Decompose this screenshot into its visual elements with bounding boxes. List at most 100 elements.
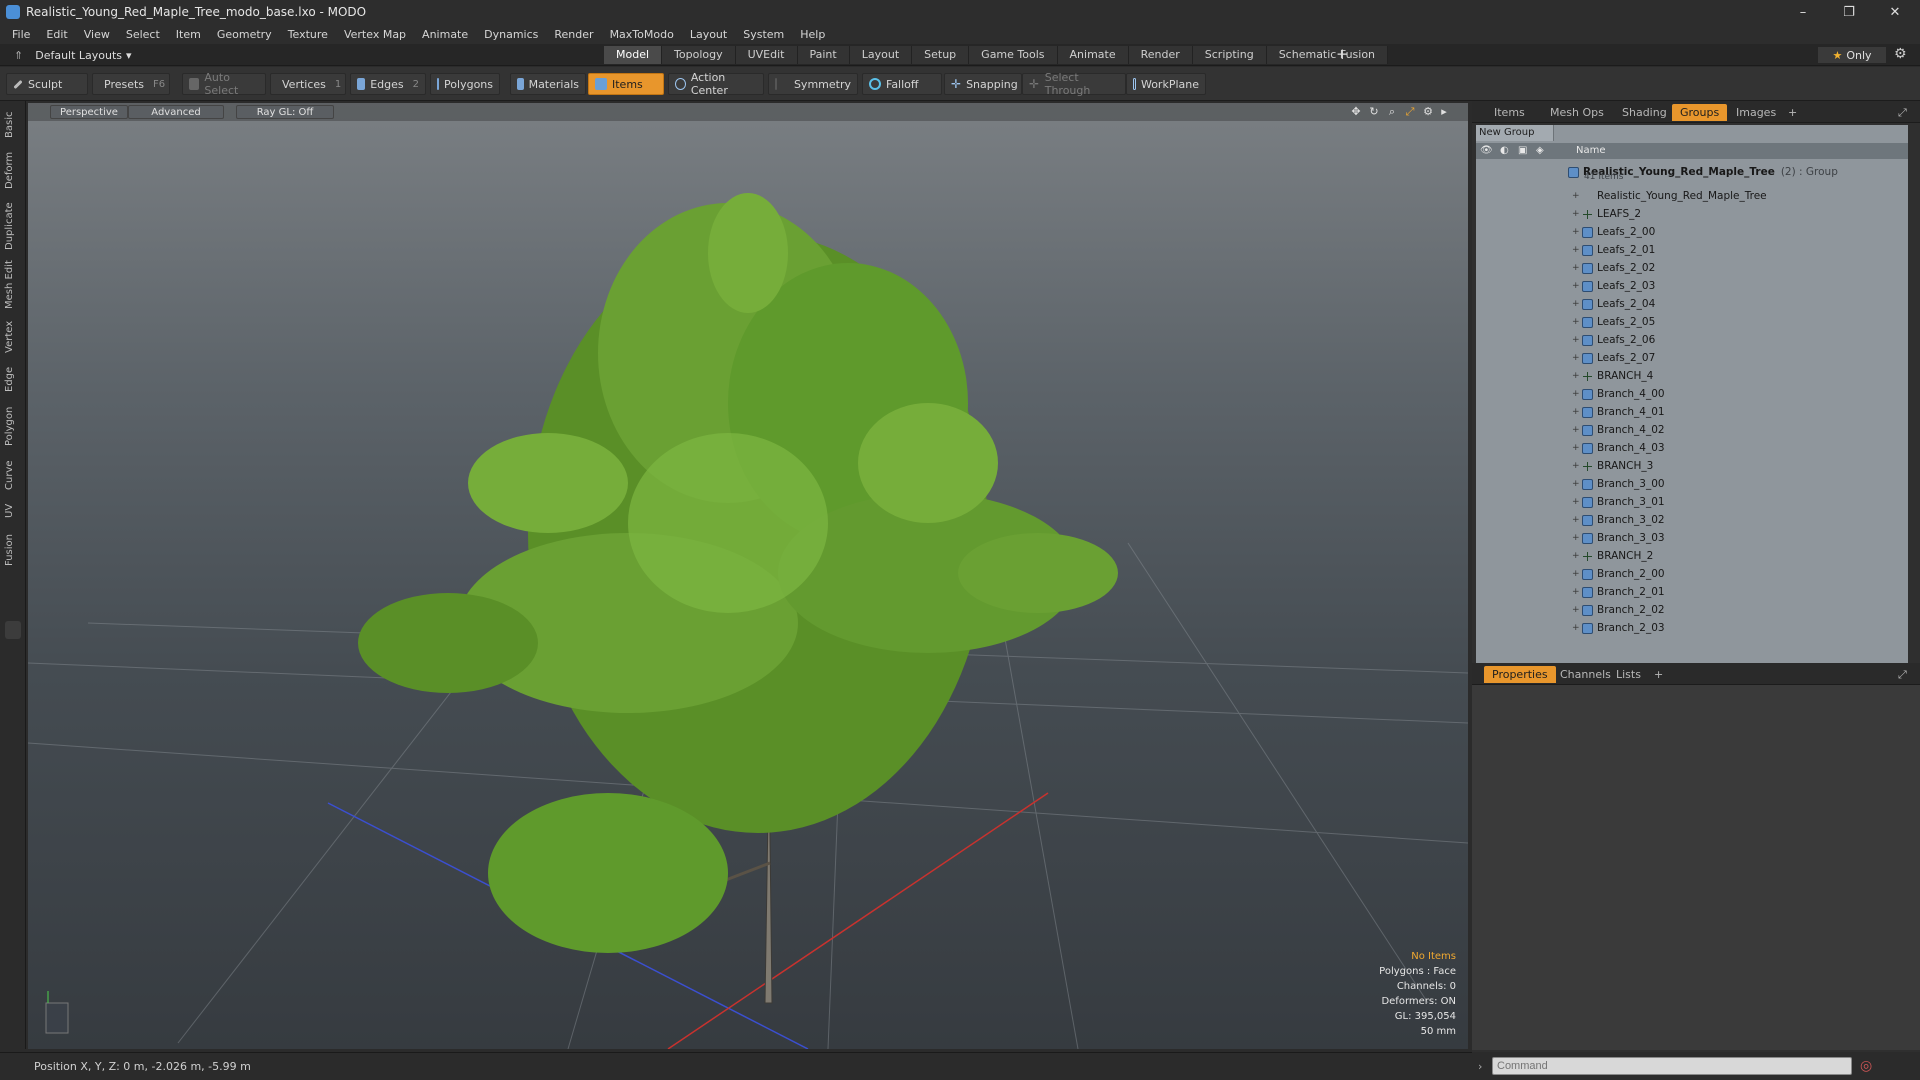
perspective-dropdown[interactable]: Perspective xyxy=(50,105,128,119)
fit-view-icon[interactable]: ⤢ xyxy=(1404,106,1416,118)
expand-icon[interactable]: + xyxy=(1572,353,1582,363)
falloff-button[interactable]: Falloff xyxy=(862,73,942,95)
tab-mesh-ops[interactable]: Mesh Ops xyxy=(1542,104,1612,121)
expand-icon[interactable]: + xyxy=(1572,443,1582,453)
list-item[interactable]: + Leafs_2_04 xyxy=(1476,295,1908,313)
expand-icon[interactable]: + xyxy=(1572,497,1582,507)
tab-layout[interactable]: Layout xyxy=(849,46,913,64)
tab-fusion[interactable]: Fusion xyxy=(4,529,22,571)
list-item[interactable]: + Branch_4_01 xyxy=(1476,403,1908,421)
command-input[interactable] xyxy=(1492,1057,1852,1075)
tab-images[interactable]: Images xyxy=(1728,104,1784,121)
expand-icon[interactable]: + xyxy=(1572,515,1582,525)
expand-icon[interactable]: + xyxy=(1572,533,1582,543)
menu-geometry[interactable]: Geometry xyxy=(209,28,280,41)
expand-icon[interactable]: + xyxy=(1572,371,1582,381)
menu-file[interactable]: File xyxy=(4,28,38,41)
lock-column-icon[interactable]: ▣ xyxy=(1518,143,1527,159)
menu-maxtomodo[interactable]: MaxToModo xyxy=(602,28,682,41)
list-item[interactable]: + LEAFS_2 xyxy=(1476,205,1908,223)
visibility-column-icon[interactable]: 👁 xyxy=(1480,143,1493,159)
list-item[interactable]: + Branch_2_01 xyxy=(1476,583,1908,601)
rotate-view-icon[interactable]: ↻ xyxy=(1368,106,1380,118)
expand-icon[interactable]: + xyxy=(1572,605,1582,615)
expand-icon[interactable]: + xyxy=(1572,191,1582,201)
list-item[interactable]: + Leafs_2_00 xyxy=(1476,223,1908,241)
viewport-menu-arrow-icon[interactable]: ▸ xyxy=(1438,106,1450,118)
tab-model[interactable]: Model xyxy=(604,46,663,64)
expand-icon[interactable]: + xyxy=(1572,569,1582,579)
items-button[interactable]: Items xyxy=(588,73,664,95)
new-group-button[interactable]: New Group xyxy=(1476,125,1554,141)
panel-toggle-button[interactable] xyxy=(5,621,21,639)
tab-uvedit[interactable]: UVEdit xyxy=(735,46,798,64)
menu-system[interactable]: System xyxy=(735,28,792,41)
3d-viewport[interactable]: Perspective Advanced Ray GL: Off ✥ ↻ ⌕ ⤢… xyxy=(28,103,1468,1049)
snapping-button[interactable]: ✛ Snapping xyxy=(944,73,1022,95)
expand-icon[interactable]: + xyxy=(1572,425,1582,435)
layouts-dropdown[interactable]: ⇑ Default Layouts ▾ xyxy=(14,47,132,63)
auto-select-button[interactable]: Auto Select xyxy=(182,71,266,97)
list-item[interactable]: + Branch_2_02 xyxy=(1476,601,1908,619)
viewport-settings-icon[interactable]: ⚙ xyxy=(1422,106,1434,118)
expand-icon[interactable]: + xyxy=(1572,227,1582,237)
move-view-icon[interactable]: ✥ xyxy=(1350,106,1362,118)
command-history-icon[interactable]: ◎ xyxy=(1860,1058,1872,1074)
polygons-button[interactable]: Polygons xyxy=(430,73,500,95)
tab-deform[interactable]: Deform xyxy=(4,147,22,193)
tab-mesh-edit[interactable]: Mesh Edit xyxy=(4,259,22,311)
expand-icon[interactable]: + xyxy=(1572,389,1582,399)
tab-vertex[interactable]: Vertex xyxy=(4,317,22,357)
tab-shading[interactable]: Shading xyxy=(1614,104,1675,121)
list-item[interactable]: + Branch_3_03 xyxy=(1476,529,1908,547)
list-item[interactable]: + Leafs_2_05 xyxy=(1476,313,1908,331)
list-item[interactable]: + Leafs_2_07 xyxy=(1476,349,1908,367)
list-item[interactable]: + Leafs_2_01 xyxy=(1476,241,1908,259)
gear-icon[interactable]: ⚙ xyxy=(1894,46,1907,62)
list-item[interactable]: + Branch_4_00 xyxy=(1476,385,1908,403)
expand-icon[interactable]: + xyxy=(1572,623,1582,633)
tab-basic[interactable]: Basic xyxy=(4,109,22,141)
expand-icon[interactable]: + xyxy=(1572,407,1582,417)
tab-curve[interactable]: Curve xyxy=(4,457,22,493)
expand-icon[interactable]: + xyxy=(1572,281,1582,291)
add-tab-icon[interactable]: + xyxy=(1336,45,1349,63)
menu-help[interactable]: Help xyxy=(792,28,833,41)
tab-lists[interactable]: Lists xyxy=(1608,666,1649,683)
menu-layout[interactable]: Layout xyxy=(682,28,735,41)
menu-item[interactable]: Item xyxy=(168,28,209,41)
list-item[interactable]: + Leafs_2_06 xyxy=(1476,331,1908,349)
tab-game-tools[interactable]: Game Tools xyxy=(969,46,1058,64)
list-item[interactable]: + Branch_3_01 xyxy=(1476,493,1908,511)
group-row[interactable]: Realistic_Young_Red_Maple_Tree (2) : Grou… xyxy=(1476,159,1908,185)
select-column-icon[interactable]: ◈ xyxy=(1536,143,1544,159)
edges-button[interactable]: Edges 2 xyxy=(350,73,426,95)
tab-groups[interactable]: Groups xyxy=(1672,104,1728,121)
menu-edit[interactable]: Edit xyxy=(38,28,75,41)
expand-icon[interactable]: + xyxy=(1572,479,1582,489)
action-center-button[interactable]: Action Center xyxy=(668,71,764,97)
tab-items[interactable]: Items xyxy=(1486,104,1533,121)
tab-properties[interactable]: Properties xyxy=(1484,666,1556,683)
expand-icon[interactable]: + xyxy=(1572,299,1582,309)
expand-panel-icon[interactable]: ⤢ xyxy=(1890,104,1915,121)
list-item[interactable]: + Leafs_2_02 xyxy=(1476,259,1908,277)
tab-setup[interactable]: Setup xyxy=(912,46,970,64)
workplane-button[interactable]: WorkPlane xyxy=(1126,73,1206,95)
list-item[interactable]: + Branch_3_02 xyxy=(1476,511,1908,529)
list-item[interactable]: + Branch_2_03 xyxy=(1476,619,1908,637)
symmetry-button[interactable]: Symmetry xyxy=(768,73,858,95)
menu-animate[interactable]: Animate xyxy=(414,28,476,41)
presets-button[interactable]: Presets F6 xyxy=(92,73,170,95)
advanced-dropdown[interactable]: Advanced xyxy=(128,105,224,119)
expand-icon[interactable]: + xyxy=(1572,317,1582,327)
close-button[interactable]: ✕ xyxy=(1872,0,1918,24)
tab-animate[interactable]: Animate xyxy=(1057,46,1129,64)
materials-button[interactable]: Materials xyxy=(510,73,586,95)
list-item[interactable]: + Leafs_2_03 xyxy=(1476,277,1908,295)
minimize-button[interactable]: – xyxy=(1780,0,1826,24)
list-item[interactable]: + Branch_4_02 xyxy=(1476,421,1908,439)
tab-duplicate[interactable]: Duplicate xyxy=(4,199,22,253)
tab-polygon[interactable]: Polygon xyxy=(4,401,22,451)
vertices-button[interactable]: Vertices 1 xyxy=(270,73,346,95)
